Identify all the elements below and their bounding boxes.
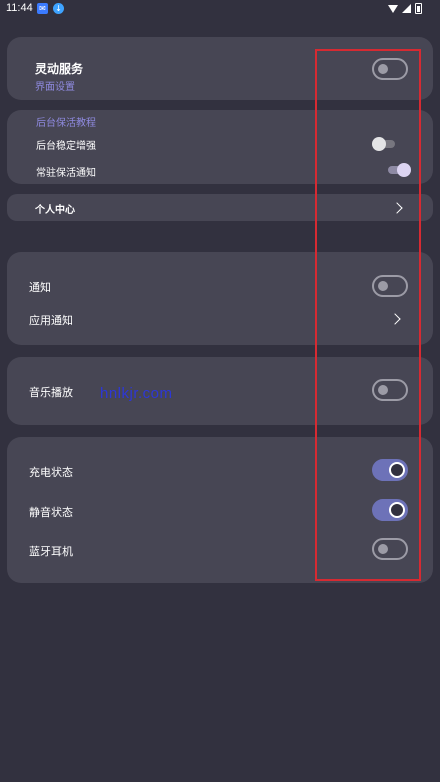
status-bar: 11:44 ✉ ↓ (0, 0, 440, 18)
battery-icon (415, 3, 422, 14)
app-notification-label: 应用通知 (29, 314, 73, 327)
service-title: 灵动服务 (35, 62, 84, 76)
notification-label: 通知 (29, 281, 51, 294)
keepalive-tutorial-link[interactable]: 后台保活教程 (36, 114, 96, 129)
system-icons (388, 3, 422, 14)
charging-status-label: 充电状态 (29, 466, 73, 479)
stability-enhance-label: 后台稳定增强 (36, 141, 96, 152)
silent-status-label: 静音状态 (29, 506, 73, 519)
personal-center-label: 个人中心 (35, 205, 75, 216)
highlight-box (315, 49, 421, 581)
keepalive-notification-label: 常驻保活通知 (36, 168, 96, 179)
wifi-icon (388, 4, 398, 13)
music-playback-label: 音乐播放 (29, 386, 73, 399)
download-badge-icon: ↓ (53, 3, 64, 14)
bluetooth-headset-label: 蓝牙耳机 (29, 545, 73, 558)
mail-badge-icon: ✉ (37, 3, 48, 14)
clock: 11:44 (6, 2, 33, 14)
signal-icon (402, 4, 411, 13)
watermark-text: hnlkjr.com (100, 385, 173, 402)
service-subtitle[interactable]: 界面设置 (35, 78, 75, 93)
